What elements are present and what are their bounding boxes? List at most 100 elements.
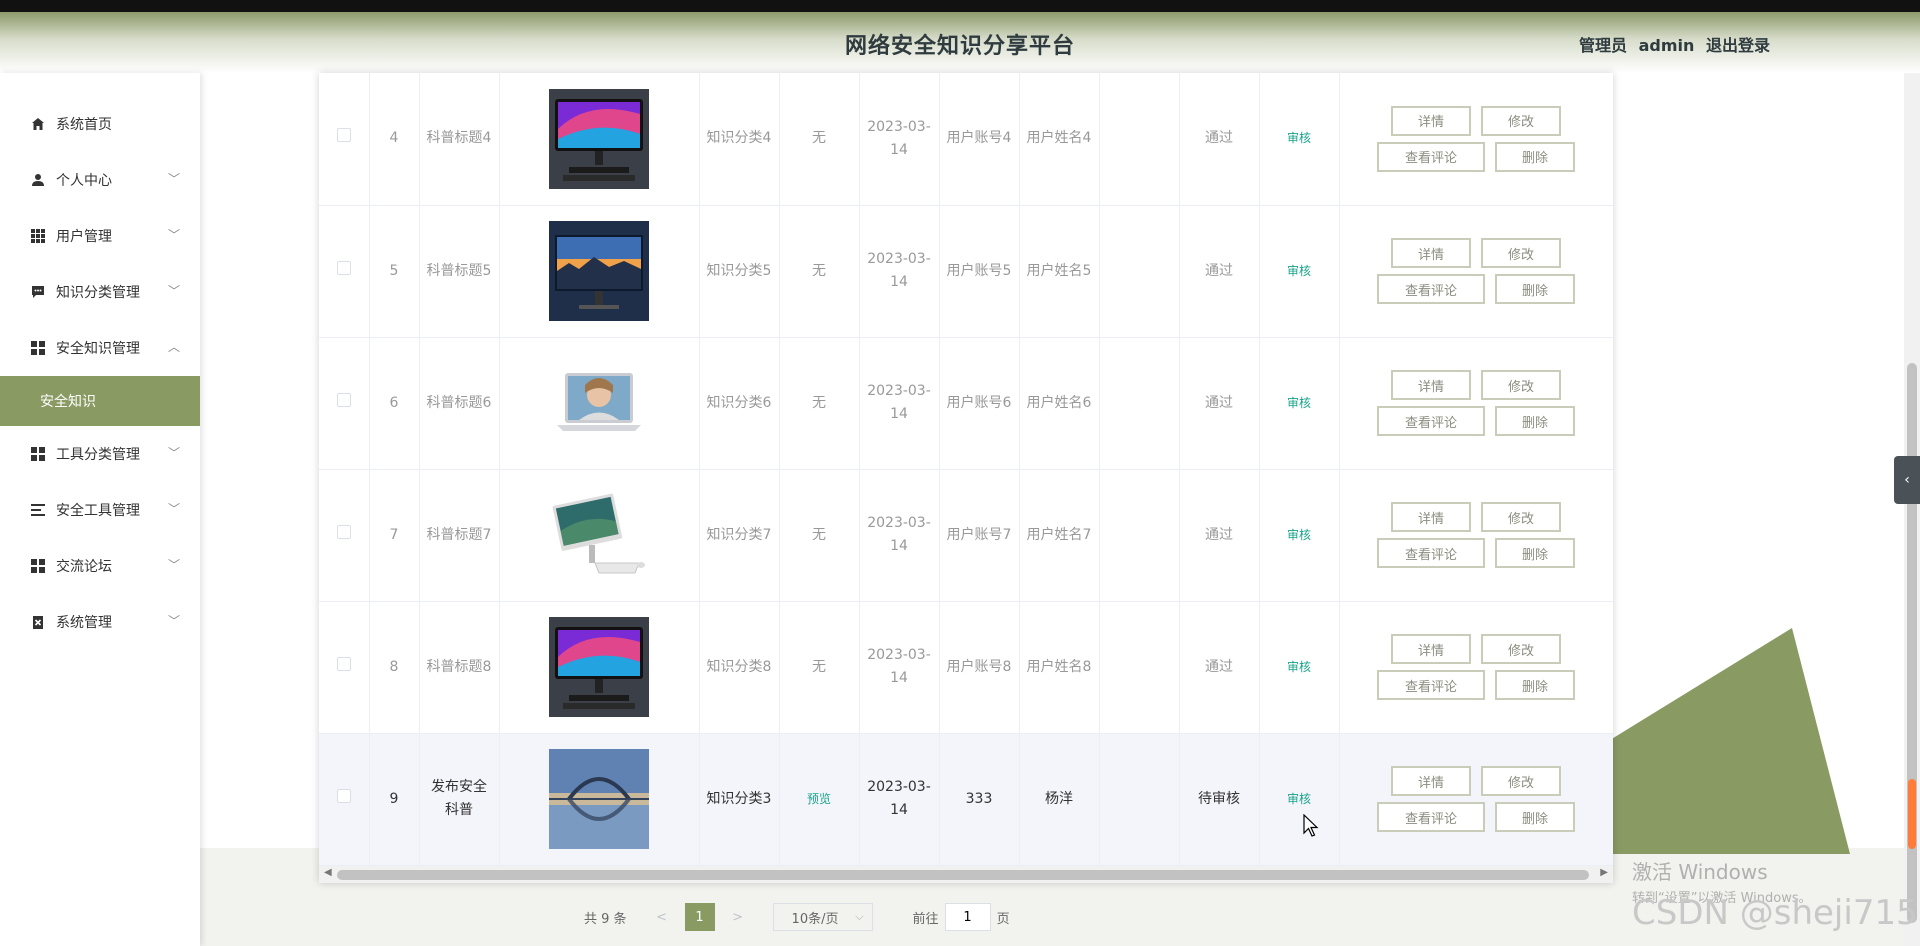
edit-button[interactable]: 修改 <box>1481 370 1561 400</box>
row-checkbox[interactable] <box>336 128 351 143</box>
prev-page-button[interactable]: < <box>647 903 677 931</box>
horizontal-scrollbar[interactable]: ◀ ▶ <box>319 866 1613 883</box>
table-row: 4 科普标题4 知识分类4 无 2023-03-14 用户账号4 用户姓名4 通过 审核 详情 修改… <box>319 73 1613 206</box>
row-review-cell: 审核 <box>1259 73 1340 206</box>
row-image-cell <box>499 733 700 866</box>
row-checkbox[interactable] <box>336 392 351 407</box>
view-comments-button[interactable]: 查看评论 <box>1377 802 1485 832</box>
row-status: 通过 <box>1179 601 1260 734</box>
sidebar-item-home[interactable]: 系统首页 <box>0 96 200 152</box>
pagination-total: 共 9 条 <box>584 911 627 927</box>
sidebar-item-security-tools[interactable]: 安全工具管理 ﹀ <box>0 482 200 538</box>
sidebar: 系统首页 个人中心 ﹀ 用户管理 ﹀ 知识分类管理 ﹀ 安全知识管理 ︿ 安全知… <box>0 73 200 946</box>
row-status: 通过 <box>1179 469 1260 602</box>
delete-button[interactable]: 删除 <box>1495 670 1575 700</box>
delete-button[interactable]: 删除 <box>1495 538 1575 568</box>
row-checkbox[interactable] <box>336 260 351 275</box>
row-index: 7 <box>369 469 420 602</box>
collapse-panel-button[interactable]: ‹ <box>1894 456 1920 504</box>
delete-button[interactable]: 删除 <box>1495 802 1575 832</box>
page-1-button[interactable]: 1 <box>684 903 715 931</box>
edit-button[interactable]: 修改 <box>1481 238 1561 268</box>
next-page-button[interactable]: > <box>723 903 753 931</box>
sidebar-item-knowledge-category[interactable]: 知识分类管理 ﹀ <box>0 264 200 320</box>
row-title: 科普标题6 <box>419 337 500 470</box>
product-image <box>549 221 649 321</box>
detail-button[interactable]: 详情 <box>1391 238 1471 268</box>
row-review-cell: 审核 <box>1259 601 1340 734</box>
row-index: 5 <box>369 205 420 338</box>
row-preview-cell: 无 <box>779 337 860 470</box>
user-role: 管理员 <box>1579 36 1628 55</box>
review-link[interactable]: 审核 <box>1287 528 1311 542</box>
row-checkbox[interactable] <box>336 524 351 539</box>
row-category: 知识分类6 <box>699 337 780 470</box>
row-preview-cell: 无 <box>779 469 860 602</box>
chevron-down-icon: ﹀ <box>167 558 180 572</box>
sidebar-item-label: 知识分类管理 <box>56 285 140 301</box>
row-review-cell: 审核 <box>1259 337 1340 470</box>
view-comments-button[interactable]: 查看评论 <box>1377 670 1485 700</box>
row-checkbox[interactable] <box>336 788 351 803</box>
review-link[interactable]: 审核 <box>1287 264 1311 278</box>
row-empty-cell <box>1099 73 1180 206</box>
view-comments-button[interactable]: 查看评论 <box>1377 141 1485 172</box>
review-link[interactable]: 审核 <box>1287 792 1311 806</box>
sidebar-item-label: 安全工具管理 <box>56 503 140 519</box>
edit-button[interactable]: 修改 <box>1481 634 1561 664</box>
sidebar-item-personal[interactable]: 个人中心 ﹀ <box>0 152 200 208</box>
row-account: 用户账号7 <box>939 469 1020 602</box>
sidebar-subitem-security-knowledge[interactable]: 安全知识 <box>0 376 200 426</box>
row-checkbox[interactable] <box>336 656 351 671</box>
detail-button[interactable]: 详情 <box>1391 502 1471 532</box>
delete-button[interactable]: 删除 <box>1495 406 1575 436</box>
view-comments-button[interactable]: 查看评论 <box>1377 406 1485 436</box>
vertical-scrollbar[interactable] <box>1904 73 1920 946</box>
row-image-cell <box>499 205 700 338</box>
row-preview: 无 <box>812 394 826 411</box>
table-row: 8 科普标题8 知识分类8 无 2023-03-14 用户账号8 用户姓名8 通过 审核 详情 修改… <box>319 601 1613 734</box>
sidebar-item-system[interactable]: 系统管理 ﹀ <box>0 594 200 650</box>
chevron-down-icon: ﹀ <box>167 228 180 242</box>
edit-button[interactable]: 修改 <box>1481 502 1561 532</box>
row-image-cell <box>499 337 700 470</box>
detail-button[interactable]: 详情 <box>1391 766 1471 796</box>
scroll-position-marker <box>1908 779 1916 849</box>
row-preview[interactable]: 预览 <box>807 792 831 806</box>
detail-button[interactable]: 详情 <box>1391 634 1471 664</box>
decorative-triangle <box>1610 628 1850 854</box>
delete-button[interactable]: 删除 <box>1495 274 1575 304</box>
page-size-select[interactable]: 10条/页 ⌵ <box>772 903 873 931</box>
row-checkbox-cell <box>319 337 370 470</box>
detail-button[interactable]: 详情 <box>1391 105 1471 136</box>
review-link[interactable]: 审核 <box>1287 396 1311 410</box>
edit-button[interactable]: 修改 <box>1481 766 1561 796</box>
chevron-left-icon: ‹ <box>1904 472 1910 488</box>
review-link[interactable]: 审核 <box>1287 131 1311 145</box>
sidebar-item-security-knowledge[interactable]: 安全知识管理 ︿ <box>0 320 200 376</box>
mouse-cursor-icon <box>1303 814 1319 837</box>
delete-button[interactable]: 删除 <box>1495 141 1575 172</box>
view-comments-button[interactable]: 查看评论 <box>1377 538 1485 568</box>
row-image-cell <box>499 73 700 206</box>
sidebar-item-forum[interactable]: 交流论坛 ﹀ <box>0 538 200 594</box>
row-empty-cell <box>1099 205 1180 338</box>
goto-label: 前往 <box>912 911 939 927</box>
sidebar-item-label: 用户管理 <box>56 229 112 245</box>
window-top-strip <box>0 0 1920 12</box>
row-title: 科普标题8 <box>419 601 500 734</box>
scroll-right-icon[interactable]: ▶ <box>1600 867 1608 878</box>
sidebar-item-users[interactable]: 用户管理 ﹀ <box>0 208 200 264</box>
row-account: 用户账号4 <box>939 73 1020 206</box>
goto-page-input[interactable] <box>944 903 991 931</box>
review-link[interactable]: 审核 <box>1287 660 1311 674</box>
logout-link[interactable]: 退出登录 <box>1706 36 1770 55</box>
row-category: 知识分类7 <box>699 469 780 602</box>
sidebar-item-tool-category[interactable]: 工具分类管理 ﹀ <box>0 426 200 482</box>
view-comments-button[interactable]: 查看评论 <box>1377 274 1485 304</box>
detail-button[interactable]: 详情 <box>1391 370 1471 400</box>
scroll-left-icon[interactable]: ◀ <box>324 867 332 878</box>
edit-button[interactable]: 修改 <box>1481 105 1561 136</box>
sidebar-item-label: 系统管理 <box>56 615 112 631</box>
scrollbar-thumb[interactable] <box>337 870 1589 880</box>
